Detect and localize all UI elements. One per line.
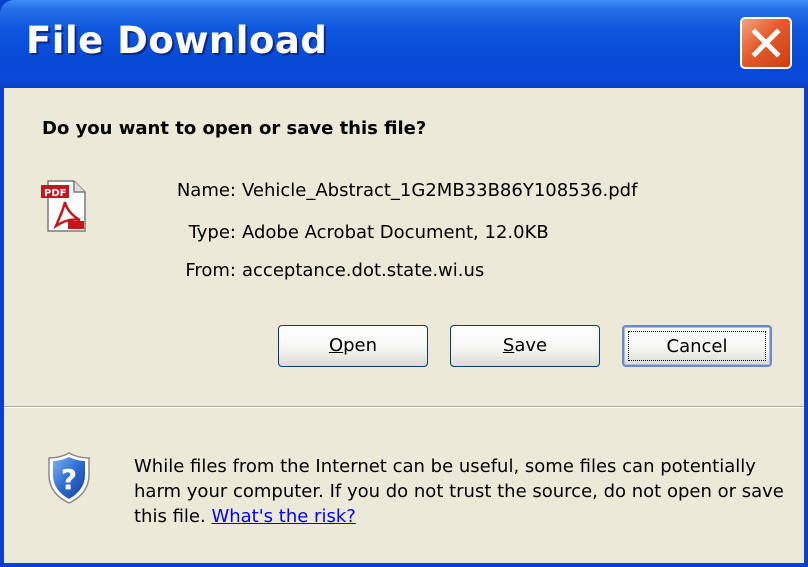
svg-text:?: ? — [61, 463, 77, 496]
file-type-value: Adobe Acrobat Document, 12.0KB — [242, 222, 549, 243]
file-type-row: Type: Adobe Acrobat Document, 12.0KB — [154, 222, 549, 243]
open-accelerator: O — [328, 335, 344, 356]
file-source-label: From: — [185, 260, 236, 281]
whats-the-risk-link[interactable]: What's the risk? — [211, 506, 355, 527]
dialog-body: Do you want to open or save this file? P… — [4, 88, 804, 563]
close-button[interactable] — [740, 17, 792, 69]
file-name-value: Vehicle_Abstract_1G2MB33B86Y108536.pdf — [242, 180, 638, 201]
security-shield-question-icon: ? — [46, 451, 92, 510]
file-name-row: Name: Vehicle_Abstract_1G2MB33B86Y108536.… — [154, 180, 638, 201]
svg-text:PDF: PDF — [44, 188, 66, 199]
cancel-button[interactable]: Cancel — [622, 325, 772, 367]
open-label-rest: pen — [343, 335, 378, 356]
file-download-window: File Download Do you want to open or sav… — [0, 0, 808, 567]
file-source-row: From: acceptance.dot.state.wi.us — [154, 260, 484, 281]
window-title: File Download — [26, 19, 328, 62]
save-accelerator: S — [502, 335, 515, 356]
title-bar[interactable]: File Download — [0, 0, 808, 88]
file-source-value: acceptance.dot.state.wi.us — [242, 260, 485, 281]
security-warning: While files from the Internet can be use… — [134, 454, 784, 529]
file-type-label: Type: — [188, 222, 236, 243]
close-icon — [751, 28, 781, 58]
save-label-rest: ave — [514, 335, 548, 356]
open-button[interactable]: Open — [278, 325, 428, 367]
section-divider — [4, 406, 804, 408]
pdf-file-icon: PDF — [40, 180, 86, 237]
file-name-label: Name: — [176, 180, 236, 201]
dialog-question: Do you want to open or save this file? — [42, 118, 427, 139]
focus-rectangle — [628, 331, 766, 361]
save-button[interactable]: Save — [450, 325, 600, 367]
